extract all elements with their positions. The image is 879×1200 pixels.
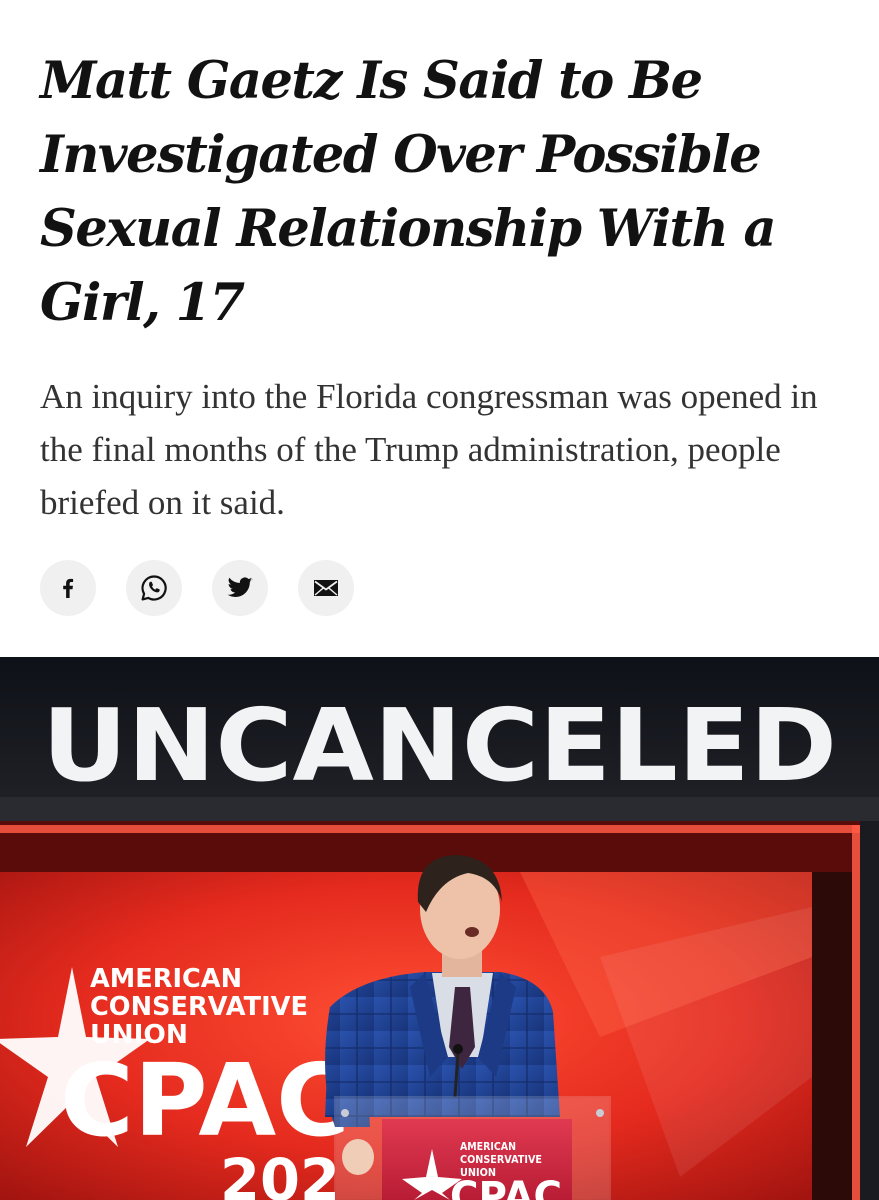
share-whatsapp-button[interactable]: [126, 560, 182, 616]
share-email-button[interactable]: [298, 560, 354, 616]
twitter-icon: [227, 577, 253, 597]
article-photo: UNCANCELED AMERICAN CONSERVATIVE UNION C…: [0, 657, 879, 1200]
podium-logo: CPAC: [450, 1174, 562, 1200]
facebook-icon: [63, 578, 74, 598]
share-bar: [40, 560, 354, 616]
podium-line2: CONSERVATIVE: [460, 1153, 542, 1166]
stage-illustration: UNCANCELED AMERICAN CONSERVATIVE UNION C…: [0, 657, 879, 1200]
screen-logo: CPAC: [60, 1042, 350, 1159]
screen-org-line1: AMERICAN: [90, 964, 242, 994]
email-icon: [314, 580, 338, 596]
screen-year: 202: [220, 1146, 340, 1200]
share-twitter-button[interactable]: [212, 560, 268, 616]
summary: An inquiry into the Florida congressman …: [40, 377, 818, 522]
whatsapp-icon: [141, 575, 167, 601]
headline: Matt Gaetz Is Said to Be Investigated Ov…: [40, 51, 777, 333]
share-facebook-button[interactable]: [40, 560, 96, 616]
podium: AMERICAN CONSERVATIVE UNION CPAC: [334, 1096, 611, 1200]
article: Matt Gaetz Is Said to Be Investigated Ov…: [0, 0, 879, 1200]
podium-line1: AMERICAN: [460, 1140, 516, 1153]
screen-org-line2: CONSERVATIVE: [90, 992, 308, 1022]
banner-text: UNCANCELED: [42, 687, 837, 804]
